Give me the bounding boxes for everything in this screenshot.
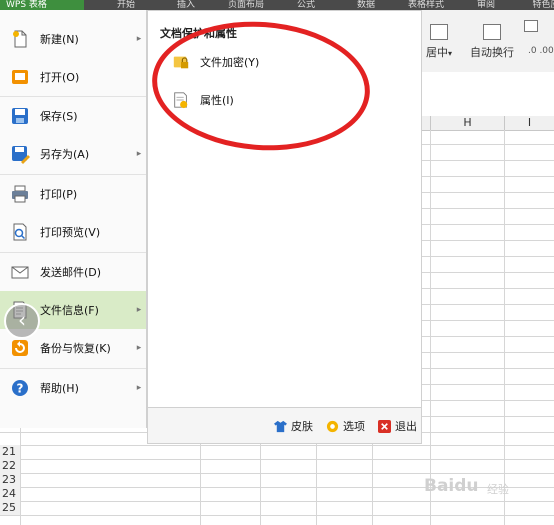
row-number[interactable]: 25 — [0, 501, 20, 515]
tab-table-style[interactable]: 表格样式 — [396, 0, 456, 10]
properties-icon — [174, 92, 188, 109]
menu-item-label: 新建(N) — [40, 33, 79, 46]
grid-line — [504, 130, 505, 525]
options-button[interactable]: 选项 — [326, 418, 365, 434]
file-menu: 新建(N) ▸ 打开(O) 保存(S) 另存为(A) ▸ 打印(P) 打印预览(… — [0, 10, 147, 428]
file-info-submenu: 文档保护和属性 文件加密(Y) 属性(I) — [147, 10, 422, 408]
open-folder-icon — [12, 70, 28, 84]
grid-line — [430, 130, 431, 525]
submenu-item-label: 属性(I) — [200, 94, 234, 107]
save-as-icon — [12, 146, 30, 164]
back-arrow-icon[interactable]: ‹ — [4, 303, 40, 339]
watermark-logo: Baidu — [424, 476, 479, 496]
chevron-right-icon: ▸ — [136, 34, 142, 44]
menu-item-new[interactable]: 新建(N) ▸ — [0, 20, 146, 58]
skin-button[interactable]: 皮肤 — [274, 418, 313, 434]
skin-label: 皮肤 — [291, 420, 313, 433]
column-header-i[interactable]: I — [504, 116, 554, 130]
file-menu-footer: 皮肤 选项 退出 — [147, 408, 422, 444]
gear-icon — [326, 420, 339, 432]
row-number[interactable]: 21 — [0, 445, 20, 459]
chevron-right-icon: ▸ — [136, 343, 142, 353]
tab-page-layout[interactable]: 页面布局 — [216, 0, 276, 10]
envelope-icon — [11, 266, 29, 279]
row-number[interactable]: 24 — [0, 487, 20, 501]
tab-special[interactable]: 特色应 — [516, 0, 554, 10]
number-format-icon — [524, 20, 538, 32]
close-icon — [378, 419, 391, 433]
app-menu-button[interactable]: WPS 表格 — [0, 0, 84, 10]
menu-item-save[interactable]: 保存(S) — [0, 97, 146, 135]
tab-review[interactable]: 审阅 — [456, 0, 516, 10]
menu-item-send-mail[interactable]: 发送邮件(D) — [0, 253, 146, 291]
watermark-text: 经验 — [487, 483, 509, 496]
chevron-right-icon: ▸ — [136, 383, 142, 393]
lock-folder-icon — [173, 56, 189, 69]
row-number[interactable]: 22 — [0, 459, 20, 473]
submenu-title: 文档保护和属性 — [160, 27, 237, 40]
merge-center-label: 居中 — [426, 46, 448, 59]
wrap-text-label: 自动换行 — [470, 46, 514, 59]
menu-item-label: 备份与恢复(K) — [40, 342, 111, 355]
menu-item-label: 发送邮件(D) — [40, 266, 102, 279]
submenu-item-encrypt[interactable]: 文件加密(Y) — [172, 53, 259, 71]
menu-item-label: 另存为(A) — [40, 148, 90, 161]
number-format-button[interactable] — [524, 20, 538, 36]
help-icon: ? — [12, 380, 28, 396]
decimal-icons[interactable]: .0 .00 — [528, 46, 554, 56]
menu-item-help[interactable]: ? 帮助(H) ▸ — [0, 369, 146, 407]
print-preview-icon — [13, 223, 27, 241]
submenu-item-label: 文件加密(Y) — [200, 56, 260, 69]
svg-text:?: ? — [17, 382, 24, 396]
menu-item-print[interactable]: 打印(P) — [0, 175, 146, 213]
tab-insert[interactable]: 插入 — [156, 0, 216, 10]
new-file-icon — [13, 30, 27, 48]
merge-cells-icon — [430, 24, 448, 40]
menu-item-label: 打印预览(V) — [40, 226, 101, 239]
backup-icon — [12, 340, 28, 356]
tab-data[interactable]: 数据 — [336, 0, 396, 10]
column-header-h[interactable]: H — [430, 116, 504, 130]
ribbon-tabs: 开始 插入 页面布局 公式 数据 表格样式 审阅 特色应 — [96, 0, 554, 10]
menu-item-save-as[interactable]: 另存为(A) ▸ — [0, 135, 146, 173]
menu-item-open[interactable]: 打开(O) — [0, 58, 146, 96]
title-bar: WPS 表格 开始 插入 页面布局 公式 数据 表格样式 审阅 特色应 — [0, 0, 554, 10]
exit-label: 退出 — [395, 420, 417, 433]
menu-item-print-preview[interactable]: 打印预览(V) — [0, 213, 146, 251]
merge-center-button[interactable]: 居中▾ — [426, 24, 452, 60]
tab-home[interactable]: 开始 — [96, 0, 156, 10]
row-number[interactable]: 23 — [0, 473, 20, 487]
save-icon — [12, 108, 28, 124]
printer-icon — [12, 185, 28, 203]
tab-formulas[interactable]: 公式 — [276, 0, 336, 10]
menu-item-label: 打印(P) — [40, 188, 78, 201]
tshirt-icon — [274, 420, 287, 432]
wrap-text-button[interactable]: 自动换行 — [470, 24, 514, 60]
chevron-right-icon: ▸ — [136, 305, 142, 315]
exit-button[interactable]: 退出 — [378, 418, 417, 434]
menu-item-label: 文件信息(F) — [40, 304, 99, 317]
wrap-text-icon — [483, 24, 501, 40]
chevron-right-icon: ▸ — [136, 149, 142, 159]
menu-item-label: 帮助(H) — [40, 382, 79, 395]
menu-item-label: 打开(O) — [40, 71, 80, 84]
submenu-item-properties[interactable]: 属性(I) — [172, 91, 234, 109]
options-label: 选项 — [343, 420, 365, 433]
menu-item-label: 保存(S) — [40, 110, 78, 123]
